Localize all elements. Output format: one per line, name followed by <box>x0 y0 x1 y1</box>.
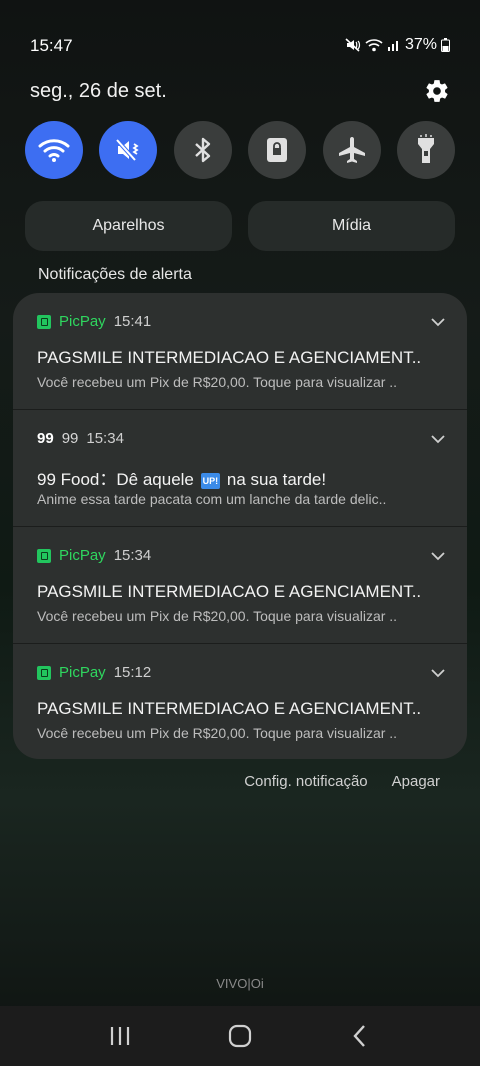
devices-button[interactable]: Aparelhos <box>25 201 232 251</box>
picpay-app-icon <box>37 665 51 680</box>
notification-body: Você recebeu um Pix de R$20,00. Toque pa… <box>37 725 398 741</box>
app-name: PicPay <box>59 664 106 681</box>
back-button[interactable] <box>340 1016 380 1056</box>
chevron-down-icon[interactable] <box>431 668 445 678</box>
airplane-icon <box>338 137 365 163</box>
chevron-down-icon[interactable] <box>431 317 445 327</box>
battery-icon <box>441 38 450 52</box>
home-button[interactable] <box>220 1016 260 1056</box>
notification-title-suffix: na sua tarde! <box>226 470 327 489</box>
qs-airplane-button[interactable] <box>322 121 381 179</box>
navigation-bar <box>0 1006 480 1066</box>
picpay-app-icon <box>37 548 51 563</box>
home-icon <box>228 1024 252 1048</box>
quick-settings <box>25 121 455 179</box>
notification-item[interactable]: PicPay 15:41 PAGSMILE INTERMEDIACAO E AG… <box>13 293 467 410</box>
notification-panel: PicPay 15:41 PAGSMILE INTERMEDIACAO E AG… <box>13 293 467 759</box>
notification-body: Você recebeu um Pix de R$20,00. Toque pa… <box>37 374 398 390</box>
back-icon <box>353 1025 365 1047</box>
app-name: 99 <box>61 430 79 447</box>
flashlight-icon <box>417 134 434 163</box>
carrier-label: VIVO|Oi <box>216 976 264 991</box>
qs-bluetooth-button[interactable] <box>173 121 232 179</box>
wifi-icon <box>38 139 70 162</box>
recents-button[interactable] <box>100 1016 140 1056</box>
alert-notifications-label: Notificações de alerta <box>38 266 192 283</box>
qs-flashlight-button[interactable] <box>396 121 455 179</box>
notification-header: PicPay 15:41 <box>37 313 151 330</box>
app-99-icon: 99 <box>37 430 54 447</box>
media-button[interactable]: Mídia <box>248 201 455 251</box>
notification-title: PAGSMILE INTERMEDIACAO E AGENCIAMENT.. <box>37 348 422 367</box>
notification-title: 99 Food：Dê aquele UP! na sua tarde! <box>37 465 447 490</box>
notification-title: PAGSMILE INTERMEDIACAO E AGENCIAMENT.. <box>37 699 422 718</box>
status-time: 15:47 <box>30 36 73 55</box>
notification-header: PicPay 15:12 <box>37 664 151 681</box>
picpay-app-icon <box>37 314 51 329</box>
notification-item[interactable]: PicPay 15:34 PAGSMILE INTERMEDIACAO E AG… <box>13 527 467 644</box>
mute-vibrate-icon <box>115 138 140 162</box>
lock-rotation-icon <box>267 138 288 162</box>
date-row: seg., 26 de set. <box>30 78 450 106</box>
notification-body: Anime essa tarde pacata com um lanche da… <box>37 491 387 507</box>
notification-actions: Config. notificação Apagar <box>244 773 440 790</box>
notification-header: 99 99 15:34 <box>37 430 124 447</box>
notification-time: 15:34 <box>86 430 124 447</box>
mute-icon <box>345 38 361 52</box>
notification-time: 15:41 <box>113 313 152 330</box>
notification-item[interactable]: 99 99 15:34 99 Food：Dê aquele UP! na sua… <box>13 410 467 527</box>
notification-title: PAGSMILE INTERMEDIACAO E AGENCIAMENT.. <box>37 582 422 601</box>
status-bar: 15:47 37% <box>0 30 480 60</box>
notification-time: 15:34 <box>113 547 152 564</box>
notification-title-prefix: 99 Food：Dê aquele <box>37 470 194 489</box>
notification-settings-button[interactable]: Config. notificação <box>244 773 367 790</box>
clear-button[interactable]: Apagar <box>392 773 440 790</box>
status-icons: 37% <box>345 36 450 54</box>
notification-body: Você recebeu um Pix de R$20,00. Toque pa… <box>37 608 398 624</box>
chevron-down-icon[interactable] <box>431 434 445 444</box>
wifi-icon <box>365 39 383 52</box>
qs-wifi-button[interactable] <box>25 121 83 179</box>
qs-sound-button[interactable] <box>99 121 158 179</box>
signal-icon <box>387 41 398 51</box>
bluetooth-icon <box>194 137 210 163</box>
qs-rotation-button[interactable] <box>248 121 307 179</box>
chevron-down-icon[interactable] <box>431 551 445 561</box>
app-name: PicPay <box>59 547 106 564</box>
recents-icon <box>110 1027 130 1045</box>
app-name: PicPay <box>59 313 106 330</box>
battery-percent: 37% <box>404 36 437 53</box>
gear-icon[interactable] <box>424 78 450 104</box>
notification-header: PicPay 15:34 <box>37 547 151 564</box>
up-emoji-badge: UP! <box>200 472 221 489</box>
device-media-row: Aparelhos Mídia <box>25 201 455 251</box>
notification-time: 15:12 <box>113 664 152 681</box>
date-text: seg., 26 de set. <box>30 80 167 102</box>
notification-item[interactable]: PicPay 15:12 PAGSMILE INTERMEDIACAO E AG… <box>13 644 467 759</box>
